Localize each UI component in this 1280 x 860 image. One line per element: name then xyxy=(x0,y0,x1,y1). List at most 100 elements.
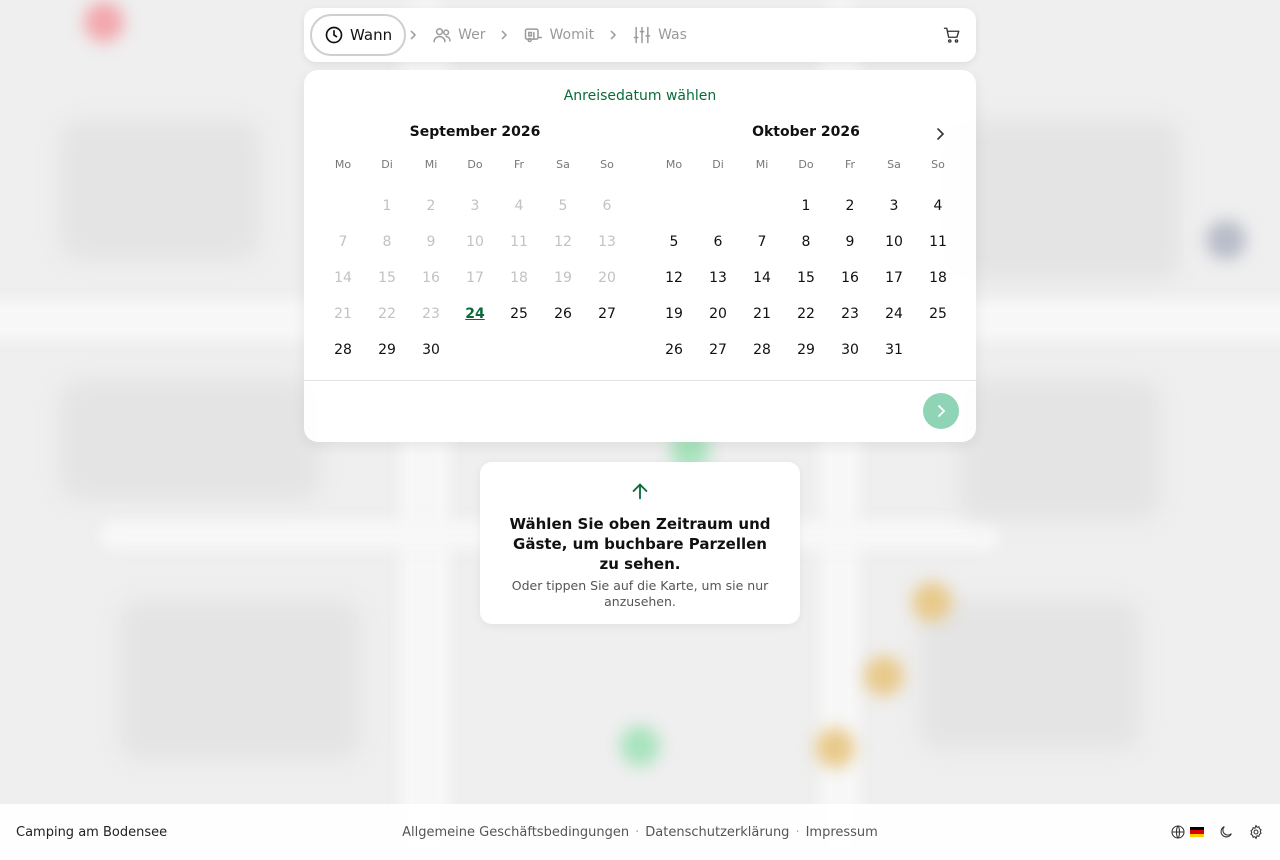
language-switcher[interactable] xyxy=(1170,824,1204,840)
next-month-button[interactable] xyxy=(928,122,952,146)
calendar-day: 17 xyxy=(466,270,484,286)
cart-button[interactable] xyxy=(934,17,970,53)
hint-title: Wählen Sie oben Zeitraum und Gäste, um b… xyxy=(509,515,771,573)
calendar-empty-cell xyxy=(740,188,784,224)
arrow-up-icon xyxy=(480,480,800,506)
dark-mode-toggle[interactable] xyxy=(1218,824,1234,840)
calendar-day[interactable]: 17 xyxy=(872,260,916,296)
calendar-week: 7 8 9 10 11 12 13 xyxy=(321,224,629,260)
calendar-day: 15 xyxy=(378,270,396,286)
calendar-day[interactable]: 22 xyxy=(784,296,828,332)
calendar-empty-cell xyxy=(916,332,960,368)
calendar-day[interactable]: 21 xyxy=(740,296,784,332)
step-wer[interactable]: Wer xyxy=(420,14,497,56)
calendar-day: 3 xyxy=(470,198,480,214)
weekday-label: Sa xyxy=(887,158,901,171)
calendar-day: 10 xyxy=(466,234,484,250)
step-label: Womit xyxy=(549,27,595,43)
globe-icon xyxy=(1171,825,1185,839)
weekday-label: Mo xyxy=(665,158,683,171)
calendar-day[interactable]: 28 xyxy=(740,332,784,368)
cart-icon xyxy=(943,27,960,43)
calendar-day[interactable]: 20 xyxy=(696,296,740,332)
calendar-day[interactable]: 2 xyxy=(828,188,872,224)
step-womit[interactable]: Womit xyxy=(511,14,606,56)
calendar-day[interactable]: 27 xyxy=(585,296,629,332)
calendar-day: 14 xyxy=(334,270,352,286)
calendar-day[interactable]: 25 xyxy=(916,296,960,332)
calendar-day: 13 xyxy=(598,234,616,250)
weekday-label: Do xyxy=(798,158,814,171)
calendar-day: 9 xyxy=(426,234,436,250)
calendar-day[interactable]: 18 xyxy=(916,260,960,296)
page-footer: Camping am Bodensee Allgemeine Geschäfts… xyxy=(0,804,1280,860)
link-agb[interactable]: Allgemeine Geschäftsbedingungen xyxy=(402,825,629,840)
calendar-week: 12 13 14 15 16 17 18 xyxy=(652,260,960,296)
caravan-icon xyxy=(525,28,543,43)
calendar-day: 19 xyxy=(554,270,572,286)
calendar-week: 5 6 7 8 9 10 11 xyxy=(652,224,960,260)
calendar-day[interactable]: 31 xyxy=(872,332,916,368)
calendar-day[interactable]: 7 xyxy=(740,224,784,260)
calendar-week: 1 2 3 4 5 6 xyxy=(321,188,629,224)
hint-card: Wählen Sie oben Zeitraum und Gäste, um b… xyxy=(480,462,800,624)
calendar-day[interactable]: 1 xyxy=(784,188,828,224)
settings-button[interactable] xyxy=(1248,824,1264,840)
calendar-day: 16 xyxy=(422,270,440,286)
calendar-week: 26 27 28 29 30 31 xyxy=(652,332,960,368)
calendar-empty-cell xyxy=(453,332,497,368)
calendar-day[interactable]: 13 xyxy=(696,260,740,296)
calendar-week: 28 29 30 xyxy=(321,332,629,368)
calendar-week: 14 15 16 17 18 19 20 xyxy=(321,260,629,296)
calendar-day-today[interactable]: 24 xyxy=(453,296,497,332)
calendar-day[interactable]: 14 xyxy=(740,260,784,296)
calendar-empty-cell xyxy=(541,332,585,368)
link-impressum[interactable]: Impressum xyxy=(806,825,878,840)
weekday-label: Do xyxy=(467,158,483,171)
link-datenschutz[interactable]: Datenschutzerklärung xyxy=(645,825,789,840)
weekday-label: So xyxy=(931,158,945,171)
weekday-label: Di xyxy=(712,158,724,171)
calendar-day[interactable]: 28 xyxy=(321,332,365,368)
calendar-empty-cell xyxy=(321,188,365,224)
calendar-day[interactable]: 8 xyxy=(784,224,828,260)
step-wann[interactable]: Wann xyxy=(310,14,407,56)
calendar-day[interactable]: 3 xyxy=(872,188,916,224)
date-picker-title: Anreisedatum wählen xyxy=(563,88,717,104)
calendar-day[interactable]: 11 xyxy=(916,224,960,260)
calendar-empty-cell xyxy=(696,188,740,224)
calendar-day[interactable]: 9 xyxy=(828,224,872,260)
step-was[interactable]: Was xyxy=(620,14,699,56)
calendar-day[interactable]: 10 xyxy=(872,224,916,260)
continue-button[interactable] xyxy=(923,393,959,429)
chevron-right-icon xyxy=(406,29,420,41)
calendar-day[interactable]: 6 xyxy=(696,224,740,260)
calendar-day[interactable]: 24 xyxy=(872,296,916,332)
calendar-day[interactable]: 4 xyxy=(916,188,960,224)
calendar-day[interactable]: 16 xyxy=(828,260,872,296)
calendar-day[interactable]: 19 xyxy=(652,296,696,332)
step-label: Wer xyxy=(458,27,486,43)
calendar-day: 21 xyxy=(334,306,352,322)
calendar-day[interactable]: 12 xyxy=(652,260,696,296)
calendar-day[interactable]: 29 xyxy=(365,332,409,368)
calendar-day[interactable]: 25 xyxy=(497,296,541,332)
calendar-day[interactable]: 30 xyxy=(409,332,453,368)
calendar-day[interactable]: 30 xyxy=(828,332,872,368)
weekday-label: Mi xyxy=(424,158,438,171)
calendar-day[interactable]: 5 xyxy=(652,224,696,260)
calendar-day[interactable]: 29 xyxy=(784,332,828,368)
calendar-day: 20 xyxy=(598,270,616,286)
chevron-right-icon xyxy=(606,29,620,41)
calendar-week: 19 20 21 22 23 24 25 xyxy=(652,296,960,332)
calendar-day: 2 xyxy=(426,198,436,214)
calendar-day[interactable]: 15 xyxy=(784,260,828,296)
calendar-day[interactable]: 26 xyxy=(541,296,585,332)
calendar-day[interactable]: 26 xyxy=(652,332,696,368)
calendar-day[interactable]: 27 xyxy=(696,332,740,368)
calendar-day: 6 xyxy=(602,198,612,214)
calendar-day: 8 xyxy=(382,234,392,250)
calendar-day[interactable]: 23 xyxy=(828,296,872,332)
date-picker-panel: Anreisedatum wählen September 2026 Mo Di M… xyxy=(304,70,976,442)
hint-subtitle: Oder tippen Sie auf die Karte, um sie nu… xyxy=(511,578,769,609)
